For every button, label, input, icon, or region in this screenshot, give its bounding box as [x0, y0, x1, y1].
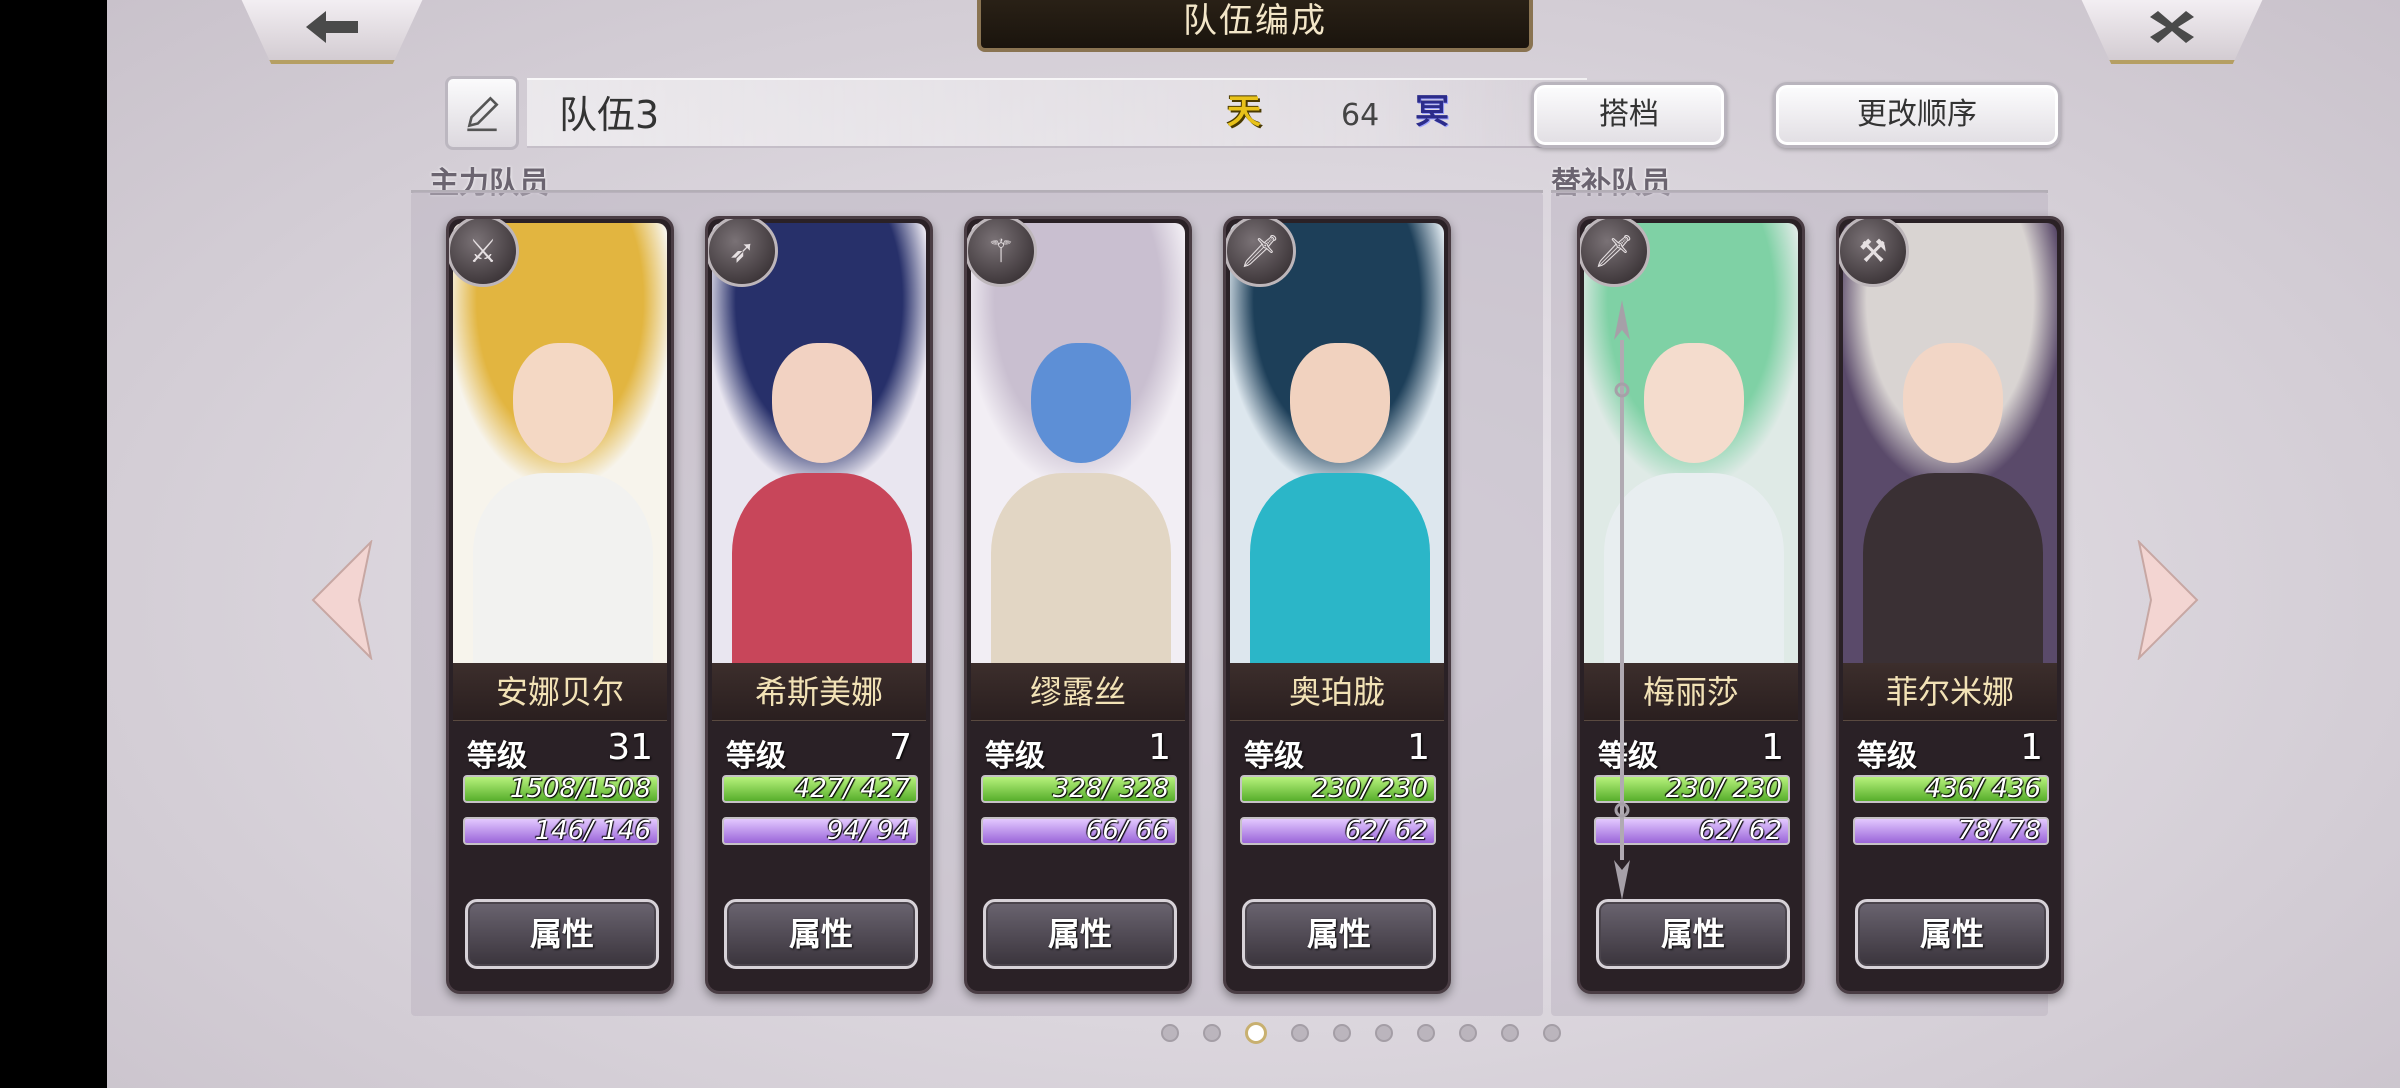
- character-portrait[interactable]: [1230, 223, 1444, 663]
- portrait-body: [1863, 473, 2043, 663]
- hp-bar: 1508/1508: [463, 775, 659, 803]
- previous-team-arrow-icon[interactable]: [307, 540, 377, 660]
- level-value: 1: [1148, 727, 1171, 768]
- portrait-face: [772, 343, 872, 463]
- mp-bar: 94/ 94: [722, 817, 918, 845]
- member-name: 菲尔米娜: [1843, 663, 2057, 721]
- member-name: 安娜贝尔: [453, 663, 667, 721]
- change-order-button[interactable]: 更改顺序: [1773, 82, 2061, 148]
- character-portrait[interactable]: [453, 223, 667, 663]
- member-name: 缪露丝: [971, 663, 1185, 721]
- sword-icon: ⚔: [449, 219, 519, 287]
- game-screen: 队伍编成 队伍3 天 64 冥 32 搭档 更改顺序 主力队员 替补队员 ⚔ 安…: [107, 0, 2400, 1088]
- heaven-attribute-value: 64: [1341, 98, 1380, 133]
- mp-bar: 62/ 62: [1240, 817, 1436, 845]
- page-title: 队伍编成: [977, 0, 1533, 52]
- portrait-body: [991, 473, 1171, 663]
- level-row: 等级 1: [971, 725, 1185, 774]
- page-dot[interactable]: [1333, 1024, 1351, 1042]
- character-portrait[interactable]: [1843, 223, 2057, 663]
- team-name: 队伍3: [559, 93, 660, 137]
- hp-bar: 230/ 230: [1240, 775, 1436, 803]
- hp-bar: 436/ 436: [1853, 775, 2049, 803]
- attributes-button[interactable]: 属性: [1855, 899, 2049, 969]
- level-label: 等级: [726, 739, 786, 774]
- page-dot[interactable]: [1161, 1024, 1179, 1042]
- character-portrait[interactable]: [971, 223, 1185, 663]
- close-button[interactable]: [2077, 0, 2267, 64]
- level-row: 等级 7: [712, 725, 926, 774]
- back-arrow-icon: [306, 11, 358, 43]
- page-dot[interactable]: [1203, 1024, 1221, 1042]
- attributes-button[interactable]: 属性: [1242, 899, 1436, 969]
- pen-icon: [467, 96, 499, 132]
- spear-icon: ➶: [708, 219, 778, 287]
- hp-bar: 427/ 427: [722, 775, 918, 803]
- member-card[interactable]: 🗡 奥珀胧 等级 1 230/ 230 62/ 62 属性: [1223, 216, 1451, 994]
- level-row: 等级 1: [1230, 725, 1444, 774]
- member-card[interactable]: ⚚ 缪露丝 等级 1 328/ 328 66/ 66 属性: [964, 216, 1192, 994]
- level-value: 1: [2020, 727, 2043, 768]
- partner-button[interactable]: 搭档: [1531, 82, 1727, 148]
- level-label: 等级: [1857, 739, 1917, 774]
- mp-bar: 78/ 78: [1853, 817, 2049, 845]
- portrait-body: [473, 473, 653, 663]
- page-dot[interactable]: [1245, 1022, 1267, 1044]
- portrait-face: [1903, 343, 2003, 463]
- underworld-attribute-icon: 冥: [1415, 92, 1449, 132]
- member-card[interactable]: ➶ 希斯美娜 等级 7 427/ 427 94/ 94 属性: [705, 216, 933, 994]
- page-dot[interactable]: [1501, 1024, 1519, 1042]
- page-dot[interactable]: [1375, 1024, 1393, 1042]
- page-dot[interactable]: [1459, 1024, 1477, 1042]
- portrait-face: [1644, 343, 1744, 463]
- pagination-dots: [1161, 1022, 1561, 1044]
- attributes-button[interactable]: 属性: [724, 899, 918, 969]
- portrait-face: [1031, 343, 1131, 463]
- level-value: 31: [607, 727, 653, 768]
- close-icon: [2150, 11, 2194, 43]
- character-portrait[interactable]: [712, 223, 926, 663]
- level-label: 等级: [985, 739, 1045, 774]
- heaven-attribute-icon: 天: [1227, 92, 1261, 132]
- attributes-button[interactable]: 属性: [1596, 899, 1790, 969]
- blade-icon: 🗡: [1226, 219, 1296, 287]
- axe-icon: ⚒: [1839, 219, 1909, 287]
- portrait-body: [732, 473, 912, 663]
- portrait-face: [513, 343, 613, 463]
- mp-bar: 146/ 146: [463, 817, 659, 845]
- attributes-button[interactable]: 属性: [983, 899, 1177, 969]
- divider-ornament: [1614, 300, 1630, 900]
- page-dot[interactable]: [1543, 1024, 1561, 1042]
- level-label: 等级: [467, 739, 527, 774]
- level-value: 1: [1761, 727, 1784, 768]
- back-button[interactable]: [237, 0, 427, 64]
- member-name: 奥珀胧: [1230, 663, 1444, 721]
- page-dot[interactable]: [1417, 1024, 1435, 1042]
- portrait-body: [1250, 473, 1430, 663]
- blade-icon: 🗡: [1580, 219, 1650, 287]
- hp-bar: 328/ 328: [981, 775, 1177, 803]
- next-team-arrow-icon[interactable]: [2133, 540, 2203, 660]
- page-dot[interactable]: [1291, 1024, 1309, 1042]
- level-value: 7: [889, 727, 912, 768]
- member-name: 希斯美娜: [712, 663, 926, 721]
- attributes-button[interactable]: 属性: [465, 899, 659, 969]
- level-value: 1: [1407, 727, 1430, 768]
- mp-bar: 66/ 66: [981, 817, 1177, 845]
- staff-icon: ⚚: [967, 219, 1037, 287]
- level-row: 等级 1: [1843, 725, 2057, 774]
- level-row: 等级 31: [453, 725, 667, 774]
- edit-team-name-button[interactable]: [445, 76, 519, 150]
- portrait-face: [1290, 343, 1390, 463]
- member-card[interactable]: ⚒ 菲尔米娜 等级 1 436/ 436 78/ 78 属性: [1836, 216, 2064, 994]
- level-label: 等级: [1244, 739, 1304, 774]
- member-card[interactable]: ⚔ 安娜贝尔 等级 31 1508/1508 146/ 146 属性: [446, 216, 674, 994]
